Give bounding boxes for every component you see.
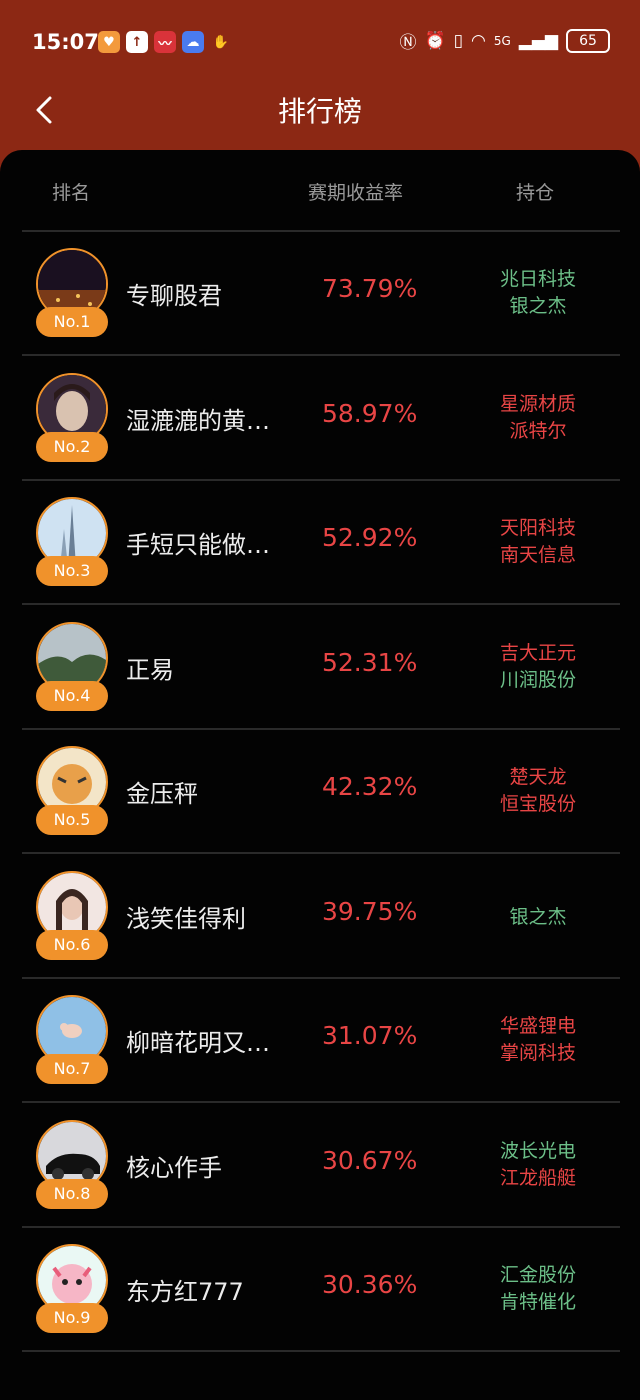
rank-badge: No.7 xyxy=(36,1054,108,1084)
stock-holding[interactable]: 川润股份 xyxy=(458,667,618,694)
alarm-icon: ⏰ xyxy=(424,30,446,51)
notification-icons: ♥ ↑ 〰 ☁ ✋ xyxy=(98,31,232,53)
network-label: 5G xyxy=(493,33,511,48)
rank-badge: No.4 xyxy=(36,680,108,711)
holdings: 星源材质 派特尔 xyxy=(458,391,618,445)
cloud-app-icon: ☁ xyxy=(182,31,204,53)
battery-icon: 65 xyxy=(566,28,610,53)
stock-holding[interactable]: 汇金股份 xyxy=(458,1262,618,1289)
ranking-row[interactable]: No.5 金压秤 42.32% 楚天龙 恒宝股份 xyxy=(22,730,620,854)
stock-holding[interactable]: 星源材质 xyxy=(458,391,618,418)
stock-holding[interactable]: 兆日科技 xyxy=(458,266,618,293)
user-name[interactable]: 手短只能做… xyxy=(126,525,270,560)
system-icons: Ⓝ ⏰ ▯ ◠ 5G ▂▄▆ 65 xyxy=(399,28,610,53)
user-name[interactable]: 金压秤 xyxy=(126,774,198,809)
page-title: 排行榜 xyxy=(277,95,362,128)
wifi-icon: ◠ xyxy=(470,30,486,51)
user-name[interactable]: 专聊股君 xyxy=(126,276,222,311)
stock-holding[interactable]: 吉大正元 xyxy=(458,640,618,667)
holdings: 天阳科技 南天信息 xyxy=(458,515,618,569)
rank-badge: No.9 xyxy=(36,1303,108,1333)
user-name[interactable]: 东方红777 xyxy=(126,1272,244,1307)
ranking-row[interactable]: No.1 专聊股君 73.79% 兆日科技 银之杰 xyxy=(22,232,620,356)
status-bar: 15:07 ♥ ↑ 〰 ☁ ✋ Ⓝ ⏰ ▯ ◠ 5G ▂▄▆ 65 xyxy=(0,0,640,86)
return-rate: 31.07% xyxy=(322,1021,418,1050)
holdings: 华盛锂电 掌阅科技 xyxy=(458,1013,618,1067)
user-name[interactable]: 湿漉漉的黄… xyxy=(126,401,270,436)
ranking-row[interactable]: No.4 正易 52.31% 吉大正元 川润股份 xyxy=(22,606,620,730)
user-name[interactable]: 正易 xyxy=(126,650,174,685)
return-rate: 52.31% xyxy=(322,647,418,677)
column-return: 赛期收益率 xyxy=(308,182,404,204)
holdings: 楚天龙 恒宝股份 xyxy=(458,764,618,818)
ranking-row[interactable]: No.8 核心作手 30.67% 波长光电 江龙船艇 xyxy=(22,1104,620,1228)
holdings: 汇金股份 肯特催化 xyxy=(458,1262,618,1316)
user-name[interactable]: 浅笑佳得利 xyxy=(126,899,246,934)
holdings: 吉大正元 川润股份 xyxy=(458,640,618,694)
ranking-row[interactable]: No.3 手短只能做… 52.92% 天阳科技 南天信息 xyxy=(22,481,620,605)
stock-holding[interactable]: 恒宝股份 xyxy=(458,791,618,818)
upload-icon: ↑ xyxy=(126,31,148,53)
user-name[interactable]: 柳暗花明又… xyxy=(126,1023,270,1058)
return-rate: 30.67% xyxy=(322,1145,418,1175)
stock-holding[interactable]: 银之杰 xyxy=(458,293,618,320)
stock-holding[interactable]: 楚天龙 xyxy=(458,764,618,791)
stock-holding[interactable]: 波长光电 xyxy=(458,1138,618,1165)
stock-app-icon: 〰 xyxy=(154,31,176,53)
holdings: 银之杰 xyxy=(458,904,618,931)
ranking-row[interactable]: No.7 柳暗花明又… 31.07% 华盛锂电 掌阅科技 xyxy=(22,979,620,1103)
ranking-row[interactable]: No.2 湿漉漉的黄… 58.97% 星源材质 派特尔 xyxy=(22,357,620,481)
stock-holding[interactable]: 肯特催化 xyxy=(458,1289,618,1316)
signal-icon: ▂▄▆ xyxy=(518,30,558,51)
status-time: 15:07 xyxy=(32,30,99,54)
stock-holding[interactable]: 江龙船艇 xyxy=(458,1165,618,1192)
user-name[interactable]: 核心作手 xyxy=(126,1148,222,1183)
rank-badge: No.8 xyxy=(36,1178,108,1209)
rank-badge: No.6 xyxy=(36,929,108,960)
hand-icon: ✋ xyxy=(212,34,230,50)
row-divider xyxy=(22,1350,620,1352)
vibrate-icon: ▯ xyxy=(453,30,463,51)
stock-holding[interactable]: 天阳科技 xyxy=(458,515,618,542)
rank-badge: No.1 xyxy=(36,307,108,337)
return-rate: 39.75% xyxy=(322,896,418,926)
rank-badge: No.2 xyxy=(36,431,108,462)
rank-badge: No.3 xyxy=(36,556,108,586)
return-rate: 58.97% xyxy=(322,398,418,428)
column-holdings: 持仓 xyxy=(516,182,555,204)
stock-holding[interactable]: 派特尔 xyxy=(458,418,618,445)
ranking-row[interactable]: No.9 东方红777 30.36% 汇金股份 肯特催化 xyxy=(22,1228,620,1352)
stock-holding[interactable]: 掌阅科技 xyxy=(458,1040,618,1067)
stock-holding[interactable]: 华盛锂电 xyxy=(458,1013,618,1040)
return-rate: 30.36% xyxy=(322,1270,418,1299)
return-rate: 73.79% xyxy=(322,274,418,303)
holdings: 兆日科技 银之杰 xyxy=(458,266,618,320)
stock-holding[interactable]: 南天信息 xyxy=(458,542,618,569)
return-rate: 42.32% xyxy=(322,772,418,801)
nfc-icon: Ⓝ xyxy=(399,33,417,53)
ranking-panel: 排名 赛期收益率 持仓 No.1 专聊股君 73.79% 兆日科技 银之杰 No.2 湿漉漉… xyxy=(0,150,640,1400)
ranking-row[interactable]: No.6 浅笑佳得利 39.75% 银之杰 xyxy=(22,855,620,979)
app-notification-icon: ♥ xyxy=(98,31,120,53)
column-rank: 排名 xyxy=(52,182,91,204)
holdings: 波长光电 江龙船艇 xyxy=(458,1138,618,1192)
rank-badge: No.5 xyxy=(36,805,108,835)
stock-holding[interactable]: 银之杰 xyxy=(458,904,618,931)
return-rate: 52.92% xyxy=(322,523,418,552)
